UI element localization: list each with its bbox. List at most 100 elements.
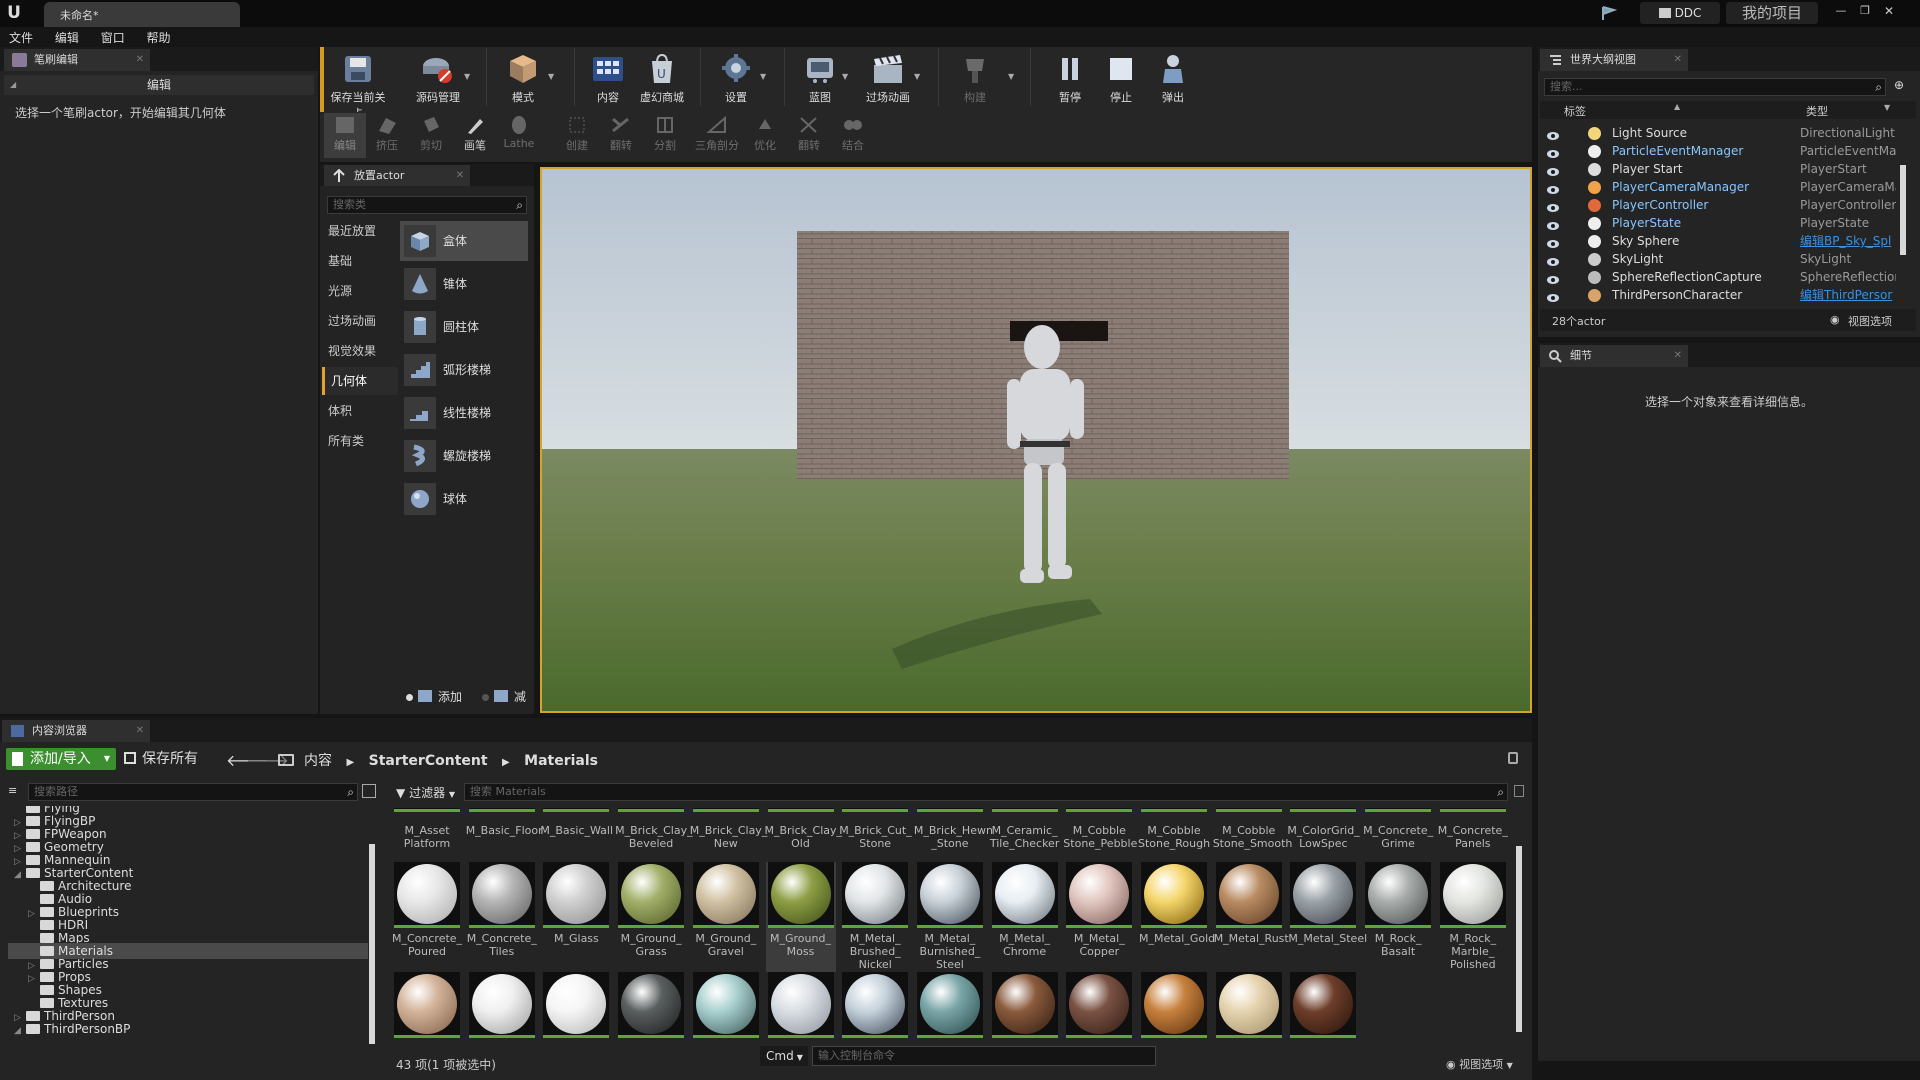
asset-label[interactable]: M_Cobble Stone_Smooth — [1213, 824, 1293, 850]
close-icon[interactable]: ✕ — [1674, 345, 1682, 367]
menu-file[interactable]: 文件 — [0, 27, 42, 48]
material-asset-tile[interactable]: M_Rock_ Marble_ Polished — [1438, 862, 1508, 972]
material-asset-tile[interactable]: M_Metal_ Burnished_ Steel — [915, 862, 985, 972]
material-asset-tile[interactable] — [1214, 972, 1284, 1040]
outliner-row[interactable]: Light Source DirectionalLight — [1540, 124, 1898, 142]
eye-visibility-icon[interactable] — [1546, 128, 1560, 140]
sources-toggle-icon[interactable]: ≡ — [8, 784, 22, 797]
outliner-row[interactable]: PlayerCameraManager PlayerCameraMar — [1540, 178, 1898, 196]
level-viewport[interactable] — [540, 167, 1532, 713]
outliner-row[interactable]: SphereReflectionCapture SphereReflectionC — [1540, 268, 1898, 286]
brush-mode-pen[interactable]: 画笔 — [454, 113, 496, 158]
asset-thumbnail[interactable] — [767, 808, 834, 812]
outliner-view-options[interactable]: 视图选项 — [1848, 313, 1892, 329]
material-asset-tile[interactable]: M_Glass — [541, 862, 611, 972]
menu-edit[interactable]: 编辑 — [46, 27, 88, 48]
filter-button[interactable]: ▼ 过滤器 ▼ — [396, 784, 455, 802]
category-lights[interactable]: 光源 — [322, 277, 398, 305]
material-asset-tile[interactable]: M_Rock_ Basalt — [1363, 862, 1433, 972]
eye-visibility-icon[interactable] — [1546, 272, 1560, 284]
chevron-down-icon[interactable]: ▼ — [842, 72, 848, 81]
asset-label[interactable]: M_ColorGrid_ LowSpec — [1287, 824, 1359, 850]
breadcrumb-content[interactable]: 内容 — [304, 753, 332, 769]
search-icon[interactable]: ⌕ — [347, 784, 354, 800]
material-asset-tile[interactable] — [541, 972, 611, 1040]
material-asset-tile[interactable]: M_Metal_ Copper — [1064, 862, 1134, 972]
outliner-row[interactable]: Player Start PlayerStart — [1540, 160, 1898, 178]
brush-mode-create[interactable]: 创建 — [556, 113, 598, 158]
asset-label[interactable]: M_Brick_Clay_ New — [690, 824, 768, 850]
console-input[interactable]: 输入控制台命令 — [812, 1046, 1156, 1066]
expand-arrow-icon[interactable]: ◢ — [14, 1023, 26, 1039]
chevron-down-icon[interactable]: ▼ — [1008, 72, 1014, 81]
geometry-item-box[interactable]: 盒体 — [400, 221, 528, 261]
eye-visibility-icon[interactable] — [1546, 218, 1560, 230]
material-asset-tile[interactable] — [840, 972, 910, 1040]
tab-brush-edit[interactable]: 笔刷编辑 ✕ — [4, 49, 150, 71]
tab-details[interactable]: 细节 ✕ — [1540, 345, 1688, 367]
actor-type[interactable]: 编辑ThirdPersor — [1800, 286, 1896, 304]
geometry-item-cylinder[interactable]: 圆柱体 — [400, 307, 528, 347]
asset-label[interactable]: M_Ceramic_ Tile_Checker — [989, 824, 1061, 850]
asset-label[interactable]: M_Cobble Stone_Pebble — [1063, 824, 1137, 850]
asset-thumbnail[interactable] — [543, 808, 610, 812]
minimize-icon[interactable]: — — [1832, 4, 1850, 18]
material-asset-tile[interactable]: M_Ground_ Moss — [765, 862, 836, 972]
source-control-status-icon[interactable] — [1600, 5, 1618, 21]
asset-thumbnail[interactable] — [991, 808, 1058, 812]
save-all-button[interactable]: 保存所有 — [124, 748, 198, 770]
outliner-row[interactable]: Sky Sphere 编辑BP_Sky_Spl — [1540, 232, 1898, 250]
material-asset-tile[interactable] — [392, 972, 462, 1040]
save-search-icon[interactable] — [1514, 785, 1524, 797]
asset-thumbnail[interactable] — [618, 808, 685, 812]
material-asset-tile[interactable] — [467, 972, 537, 1040]
eye-visibility-icon[interactable] — [1546, 182, 1560, 194]
category-visual-effects[interactable]: 视觉效果 — [322, 337, 398, 365]
modes-button[interactable]: 模式 — [493, 50, 553, 108]
eye-visibility-icon[interactable] — [1546, 254, 1560, 266]
geometry-item-cone[interactable]: 锥体 — [400, 264, 528, 304]
material-asset-tile[interactable] — [766, 972, 836, 1040]
close-icon[interactable]: ✕ — [136, 49, 144, 71]
search-icon[interactable]: ⌕ — [1875, 79, 1882, 95]
content-view-options[interactable]: ◉ 视图选项 ▼ — [1446, 1056, 1513, 1072]
asset-label[interactable]: M_Brick_Cut_ Stone — [839, 824, 912, 850]
save-level-button[interactable]: 保存当前关卡 — [328, 50, 388, 120]
cinematics-button[interactable]: 过场动画 — [858, 50, 918, 108]
material-asset-tile[interactable]: M_Ground_ Gravel — [691, 862, 761, 972]
tab-content-browser[interactable]: 内容浏览器 ✕ — [2, 720, 150, 742]
eject-button[interactable]: 弹出 — [1143, 50, 1203, 108]
asset-thumbnail[interactable] — [842, 808, 909, 812]
brush-section-header[interactable]: ◢ 编辑 — [4, 75, 314, 95]
material-asset-tile[interactable] — [1288, 972, 1358, 1040]
asset-thumbnail[interactable] — [1215, 808, 1282, 812]
tree-scrollbar[interactable] — [369, 844, 375, 1044]
expand-arrow-icon[interactable]: ◢ — [14, 867, 26, 883]
cmd-selector[interactable]: Cmd ▼ — [760, 1046, 808, 1066]
asset-thumbnail[interactable] — [1066, 808, 1133, 812]
category-recent[interactable]: 最近放置 — [322, 217, 398, 245]
geometry-item-curved-stair[interactable]: 弧形楼梯 — [400, 350, 528, 390]
path-search-input[interactable]: 搜索路径 ⌕ — [28, 783, 358, 801]
label-column-header[interactable]: 标签 — [1564, 103, 1586, 119]
outliner-row[interactable]: ParticleEventManager ParticleEventMan — [1540, 142, 1898, 160]
outliner-row[interactable]: ThirdPersonCharacter 编辑ThirdPersor — [1540, 286, 1898, 304]
material-asset-tile[interactable] — [691, 972, 761, 1040]
asset-label[interactable]: M_Brick_Clay_ Old — [765, 824, 843, 850]
blueprints-button[interactable]: 蓝图 — [790, 50, 850, 108]
stop-button[interactable]: 停止 — [1091, 50, 1151, 108]
breadcrumb-starter-content[interactable]: StarterContent — [369, 753, 488, 769]
asset-label[interactable]: M_Brick_Clay_ Beveled — [615, 824, 693, 850]
brush-add-option[interactable]: 添加 — [406, 688, 462, 704]
content-button[interactable]: 内容 — [578, 50, 638, 108]
asset-label[interactable]: M_Basic_Floor — [466, 824, 543, 837]
brush-mode-lathe[interactable]: Lathe — [498, 113, 540, 158]
material-asset-tile[interactable]: M_Concrete_ Tiles — [467, 862, 537, 972]
asset-label[interactable]: M_Cobble Stone_Rough — [1138, 824, 1210, 850]
material-asset-tile[interactable]: M_Metal_Gold — [1139, 862, 1215, 972]
brush-mode-triangulate[interactable]: 三角剖分 — [692, 113, 742, 158]
asset-thumbnail[interactable] — [394, 808, 460, 812]
brush-mode-edit[interactable]: 编辑 — [324, 113, 366, 158]
menu-window[interactable]: 窗口 — [92, 27, 134, 48]
category-geometry[interactable]: 几何体 — [322, 367, 398, 395]
